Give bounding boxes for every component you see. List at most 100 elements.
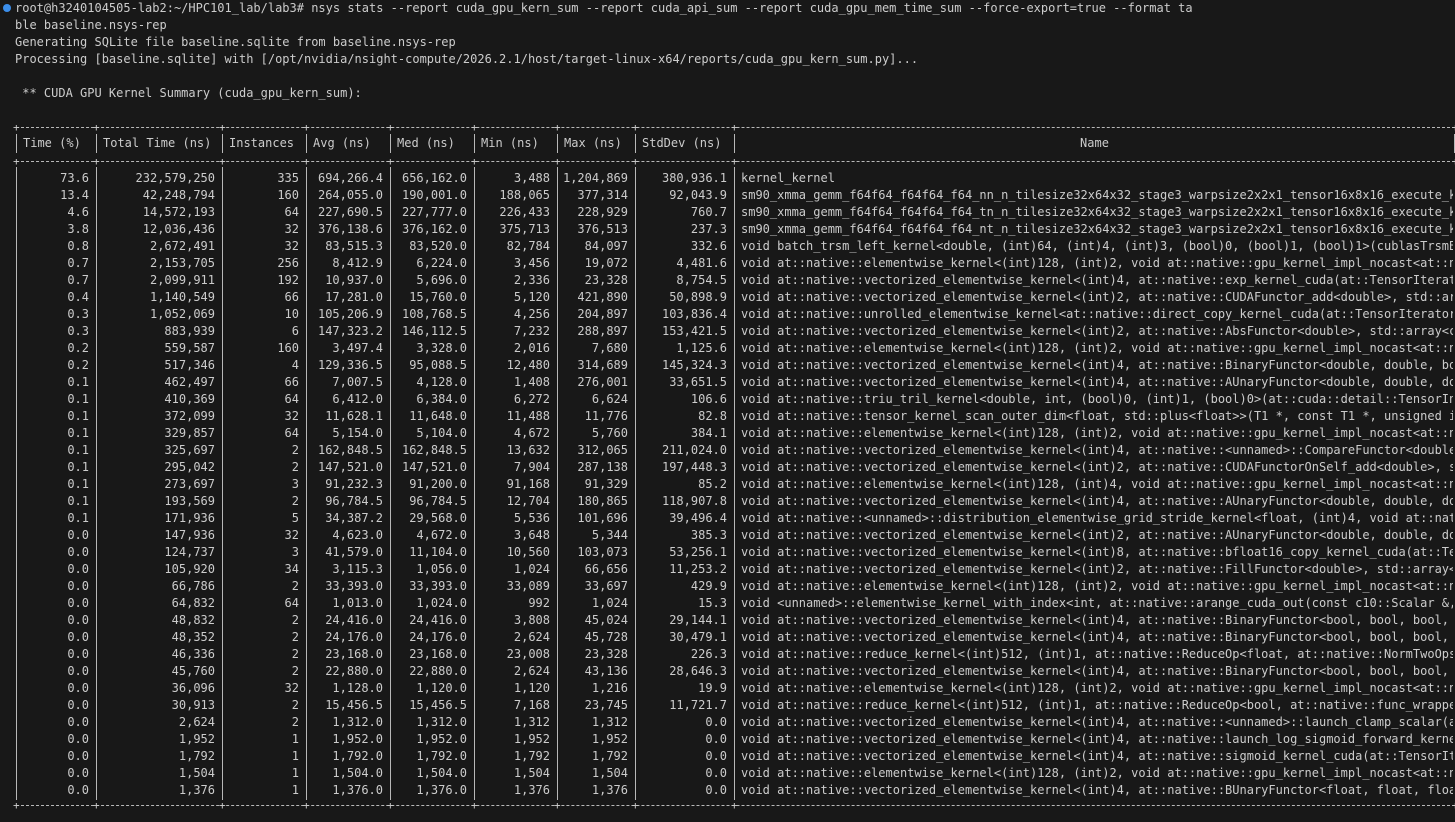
table-cell: 106.6 bbox=[690, 392, 727, 406]
table-row: 73.6 232,579,250 335 694,266.4 656,162.0 3,48… bbox=[16, 170, 1455, 187]
table-cell: 12,036,436 bbox=[142, 222, 215, 236]
kernel-summary-table: ++++++++++++++++++++++++++++++Time (%)To… bbox=[13, 122, 1455, 812]
table-cell: 46,336 bbox=[171, 647, 215, 661]
table-cell: 1,312 bbox=[513, 715, 550, 729]
table-cell: 10 bbox=[284, 307, 299, 321]
table-cell: 101,696 bbox=[577, 511, 628, 525]
table-cell: 0.1 bbox=[67, 511, 89, 525]
table-row: 0.1 295,042 2 147,521.0 147,521.0 7,904 287,13… bbox=[16, 459, 1455, 476]
table-cell: 192 bbox=[277, 273, 299, 287]
table-cell: 376,138.6 bbox=[317, 222, 383, 236]
command-line-2: ble baseline.nsys-rep bbox=[15, 18, 167, 32]
table-cell: 5,104.0 bbox=[416, 426, 467, 440]
table-cell: 24,176.0 bbox=[325, 630, 383, 644]
table-cell: 2 bbox=[291, 647, 299, 661]
table-cell: 694,266.4 bbox=[317, 171, 383, 185]
table-cell: 1,504.0 bbox=[416, 766, 467, 780]
table-cell: 0.0 bbox=[67, 579, 89, 593]
table-cell: 83,515.3 bbox=[325, 239, 383, 253]
table-cell: 10,560 bbox=[506, 545, 550, 559]
table-cell: 23,168.0 bbox=[409, 647, 467, 661]
table-cell: 0.1 bbox=[67, 494, 89, 508]
table-cell: 11,628.1 bbox=[325, 409, 383, 423]
table-cell: 147,521.0 bbox=[317, 460, 383, 474]
table-cell: 1,792.0 bbox=[416, 749, 467, 763]
table-cell: 30,479.1 bbox=[669, 630, 727, 644]
table-cell: 883,939 bbox=[164, 324, 215, 338]
table-cell: 30,913 bbox=[171, 698, 215, 712]
table-border-joint: + bbox=[13, 121, 20, 134]
table-cell: 3 bbox=[291, 477, 299, 491]
table-cell: 276,001 bbox=[577, 375, 628, 389]
table-cell: 66,656 bbox=[584, 562, 628, 576]
table-row: 0.0 30,913 2 15,456.5 15,456.5 7,168 23,745 11,… bbox=[16, 697, 1455, 714]
table-cell: 2,624 bbox=[178, 715, 215, 729]
table-cell: 375,713 bbox=[499, 222, 550, 236]
table-cell: 0.0 bbox=[67, 562, 89, 576]
table-cell: 0.4 bbox=[67, 290, 89, 304]
column-header: Name bbox=[1080, 136, 1109, 150]
table-cell: 32 bbox=[284, 222, 299, 236]
table-cell: 314,689 bbox=[577, 358, 628, 372]
table-row: 3.8 12,036,436 32 376,138.6 376,162.0 375,713… bbox=[16, 221, 1455, 238]
table-cell: 8,754.5 bbox=[676, 273, 727, 287]
table-cell: 190,001.0 bbox=[401, 188, 467, 202]
table-border-joint: + bbox=[471, 799, 478, 812]
table-cell: 1,504.0 bbox=[332, 766, 383, 780]
table-cell: 0.0 bbox=[705, 766, 727, 780]
column-header: Instances bbox=[229, 136, 295, 150]
table-cell: void at::native::elementwise_kernel<(int… bbox=[741, 426, 1453, 440]
table-cell: 1 bbox=[291, 749, 299, 763]
table-cell: 1,952.0 bbox=[416, 732, 467, 746]
table-cell: 1,792 bbox=[513, 749, 550, 763]
table-border-joint: + bbox=[471, 155, 478, 168]
table-cell: void at::native::vectorized_elementwise_… bbox=[741, 562, 1453, 576]
table-cell: 11,104.0 bbox=[409, 545, 467, 559]
table-cell: 421,890 bbox=[577, 290, 628, 304]
table-cell: 329,857 bbox=[164, 426, 215, 440]
table-cell: 6,412.0 bbox=[332, 392, 383, 406]
table-cell: 3,808 bbox=[513, 613, 550, 627]
table-cell: 462,497 bbox=[164, 375, 215, 389]
table-cell: 24,416.0 bbox=[325, 613, 383, 627]
prompt-status-icon bbox=[3, 4, 11, 12]
table-border-joint: + bbox=[13, 799, 20, 812]
table-cell: 4,128.0 bbox=[416, 375, 467, 389]
table-cell: 162,848.5 bbox=[401, 443, 467, 457]
table-cell: 1,024.0 bbox=[416, 596, 467, 610]
table-cell: void at::native::vectorized_elementwise_… bbox=[741, 358, 1453, 372]
table-cell: 14,572,193 bbox=[142, 205, 215, 219]
table-cell: 3.8 bbox=[67, 222, 89, 236]
table-cell: 193,569 bbox=[164, 494, 215, 508]
table-cell: 1 bbox=[291, 732, 299, 746]
table-row: 0.3 1,052,069 10 105,206.9 108,768.5 4,256 204… bbox=[16, 306, 1455, 323]
table-cell: 7,232 bbox=[513, 324, 550, 338]
table-cell: 23,745 bbox=[584, 698, 628, 712]
table-cell: void at::native::vectorized_elementwise_… bbox=[741, 664, 1453, 678]
table-cell: void at::native::elementwise_kernel<(int… bbox=[741, 681, 1453, 695]
table-cell: 1,120.0 bbox=[416, 681, 467, 695]
table-border-joint: + bbox=[93, 155, 100, 168]
table-cell: 2 bbox=[291, 494, 299, 508]
table-cell: 3,648 bbox=[513, 528, 550, 542]
table-cell: 760.7 bbox=[690, 205, 727, 219]
output-line-2: Processing [baseline.sqlite] with [/opt/… bbox=[15, 52, 919, 66]
table-cell: 228,929 bbox=[577, 205, 628, 219]
table-cell: 12,704 bbox=[506, 494, 550, 508]
table-cell: 1,013.0 bbox=[332, 596, 383, 610]
section-title: ** CUDA GPU Kernel Summary (cuda_gpu_ker… bbox=[15, 86, 362, 100]
table-cell: void at::native::vectorized_elementwise_… bbox=[741, 460, 1453, 474]
table-cell: 33,393.0 bbox=[409, 579, 467, 593]
terminal-window[interactable]: root@h3240104505-lab2:~/HPC101_lab/lab3#… bbox=[0, 0, 1455, 822]
table-cell: 147,521.0 bbox=[401, 460, 467, 474]
table-border-joint: + bbox=[303, 155, 310, 168]
table-cell: 84,097 bbox=[584, 239, 628, 253]
table-cell: 2,624 bbox=[513, 664, 550, 678]
table-cell: 146,112.5 bbox=[401, 324, 467, 338]
table-cell: 92,043.9 bbox=[669, 188, 727, 202]
table-border-joint: + bbox=[387, 155, 394, 168]
table-cell: 96,784.5 bbox=[409, 494, 467, 508]
table-cell: 83,520.0 bbox=[409, 239, 467, 253]
table-cell: void batch_trsm_left_kernel<double, (int… bbox=[741, 239, 1453, 253]
table-cell: 2 bbox=[291, 613, 299, 627]
